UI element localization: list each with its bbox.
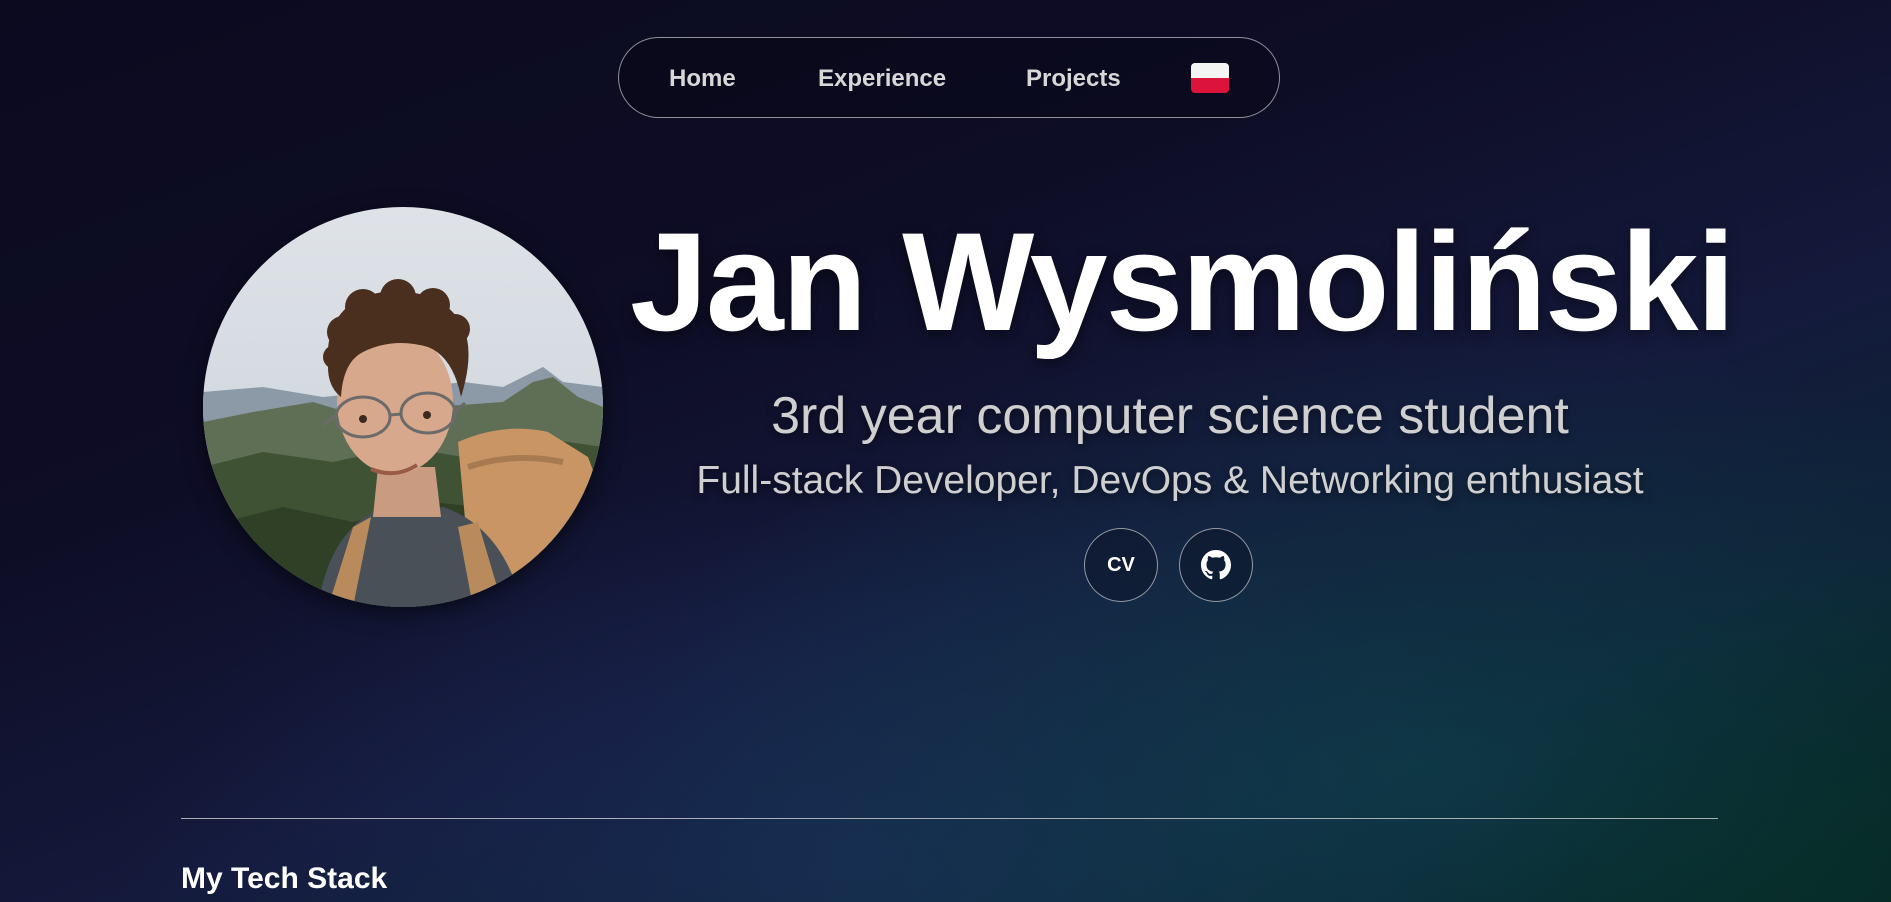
avatar (203, 207, 603, 607)
nav-link-projects[interactable]: Projects (1026, 38, 1121, 119)
hero-name: Jan Wysmoliński (630, 203, 1735, 360)
nav-link-home[interactable]: Home (669, 38, 736, 119)
poland-flag-icon[interactable] (1191, 63, 1229, 93)
hero-tagline: Full-stack Developer, DevOps & Networkin… (696, 459, 1644, 502)
cv-button[interactable]: CV (1084, 528, 1158, 602)
tech-stack-title: My Tech Stack (181, 862, 388, 895)
github-button[interactable] (1179, 528, 1253, 602)
top-nav: Home Experience Projects (618, 37, 1280, 118)
cv-button-label: CV (1107, 553, 1135, 576)
nav-link-experience[interactable]: Experience (818, 38, 946, 119)
github-icon (1201, 550, 1231, 580)
hero-subtitle: 3rd year computer science student (771, 387, 1569, 445)
section-divider (181, 818, 1718, 819)
